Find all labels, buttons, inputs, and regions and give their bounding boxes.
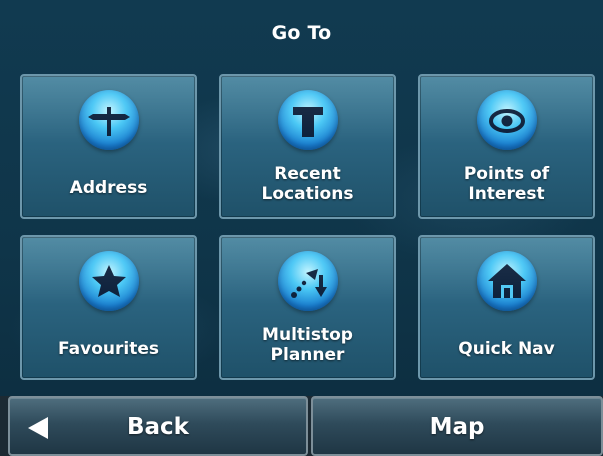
points-of-interest-button[interactable]: Points of Interest xyxy=(418,74,595,219)
back-button[interactable]: Back xyxy=(8,396,308,456)
recent-locations-button[interactable]: Recent Locations xyxy=(219,74,396,219)
map-label: Map xyxy=(429,414,485,440)
address-button[interactable]: Address xyxy=(20,74,197,219)
go-to-screen: Go To Address Recent Locations Points of… xyxy=(0,0,603,456)
points-of-interest-label: Points of Interest xyxy=(463,164,550,204)
multistop-planner-button[interactable]: Multistop Planner xyxy=(219,235,396,380)
map-button[interactable]: Map xyxy=(311,396,603,456)
recent-locations-label: Recent Locations xyxy=(261,164,354,204)
star-icon xyxy=(79,251,139,311)
signpost-icon xyxy=(79,90,139,150)
favourites-button[interactable]: Favourites xyxy=(20,235,197,380)
route-arrows-icon xyxy=(278,251,338,311)
quick-nav-label: Quick Nav xyxy=(458,339,555,359)
address-label: Address xyxy=(69,178,148,198)
favourites-label: Favourites xyxy=(58,339,159,359)
multistop-planner-label: Multistop Planner xyxy=(262,325,353,365)
home-icon xyxy=(477,251,537,311)
page-title: Go To xyxy=(271,22,332,44)
eye-icon xyxy=(477,90,537,150)
recent-locations-icon xyxy=(278,90,338,150)
back-label: Back xyxy=(127,414,189,440)
quick-nav-button[interactable]: Quick Nav xyxy=(418,235,595,380)
